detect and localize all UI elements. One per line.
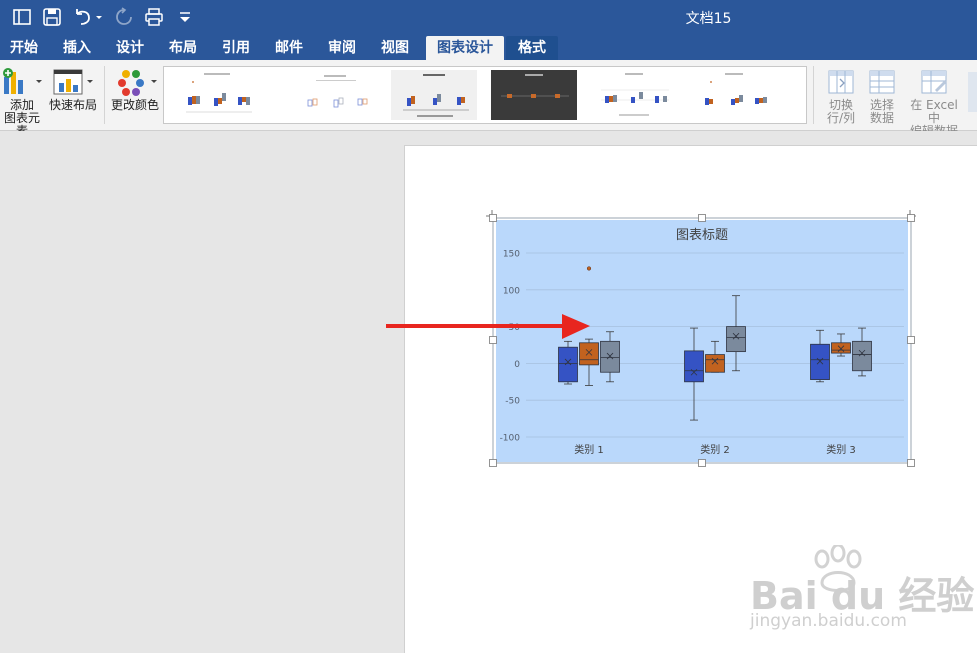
- resize-handle[interactable]: [907, 459, 915, 467]
- resize-handle[interactable]: [698, 214, 706, 222]
- tab-references[interactable]: 引用: [212, 36, 260, 60]
- annotation-arrow: [386, 314, 590, 339]
- tab-mailings[interactable]: 邮件: [265, 36, 313, 60]
- tab-home[interactable]: 开始: [0, 36, 48, 60]
- add-chart-element-button[interactable]: 添加 图表元素: [0, 68, 44, 138]
- x-category-label: 类别 2: [700, 443, 730, 456]
- y-tick-label: 100: [503, 286, 520, 296]
- edit-excel-icon: [921, 70, 947, 94]
- box-plot-item: [558, 340, 578, 385]
- y-tick-label: 150: [503, 250, 520, 260]
- resize-handle[interactable]: [489, 459, 497, 467]
- resize-handle[interactable]: [489, 214, 497, 222]
- tab-format[interactable]: 格式: [506, 36, 558, 60]
- switch-row-column-icon: [828, 70, 854, 94]
- tab-chart-design[interactable]: 图表设计: [426, 36, 504, 60]
- select-data-icon: [869, 70, 895, 94]
- x-category-label: 类别 3: [826, 443, 856, 456]
- select-data-label-2: 数据: [869, 111, 894, 125]
- chart-style-5[interactable]: [591, 70, 677, 120]
- box-iqr: [705, 354, 725, 373]
- resize-handle[interactable]: [698, 459, 706, 467]
- ribbon-separator: [813, 66, 814, 124]
- more-commands-edge[interactable]: [968, 72, 977, 112]
- box-iqr: [684, 350, 704, 383]
- resize-handle[interactable]: [907, 214, 915, 222]
- quick-layout-icon: [53, 69, 93, 95]
- watermark-url: jingyan.baidu.com: [750, 611, 907, 631]
- box-iqr: [810, 343, 830, 380]
- chart-style-6[interactable]: [691, 70, 777, 120]
- quick-layout-label: 快速布局: [48, 98, 97, 112]
- box-iqr: [579, 342, 599, 366]
- switch-row-column-label-2: 行/列: [826, 111, 856, 125]
- chart-style-1[interactable]: [174, 70, 260, 120]
- change-colors-label: 更改颜色: [110, 98, 159, 112]
- chart-style-6-preview: [705, 73, 767, 105]
- tab-layout[interactable]: 布局: [159, 36, 207, 60]
- tab-design[interactable]: 设计: [106, 36, 154, 60]
- document-title: 文档15: [685, 11, 732, 27]
- chart-style-3-preview: [391, 70, 477, 120]
- box-iqr: [852, 340, 872, 372]
- quick-layout-button[interactable]: 快速布局: [48, 68, 98, 112]
- tab-insert[interactable]: 插入: [53, 36, 101, 60]
- chart-style-5-preview: [601, 73, 669, 116]
- box-iqr: [831, 342, 851, 354]
- title-bar: 文档15: [0, 0, 977, 36]
- box-iqr: [558, 346, 578, 383]
- y-tick-label: -50: [505, 397, 520, 407]
- x-category-label: 类别 1: [574, 443, 604, 456]
- outlier-point: [586, 266, 592, 271]
- select-data-button[interactable]: 选择 数据: [862, 68, 902, 125]
- box-iqr: [726, 326, 746, 353]
- edit-data-in-excel-button[interactable]: 在 Excel 中 编辑数据: [903, 68, 965, 138]
- add-chart-element-icon: [3, 68, 42, 94]
- ribbon-separator: [104, 66, 105, 124]
- chart-styles-gallery: [163, 66, 807, 124]
- y-tick-label: 0: [514, 360, 520, 370]
- chart-style-2[interactable]: [292, 70, 378, 120]
- ribbon: 添加 图表元素 快速布局 更改颜色: [0, 60, 977, 138]
- ribbon-tabs: 开始 插入 设计 布局 引用 邮件 审阅 视图 图表设计 格式: [0, 36, 977, 60]
- tab-review[interactable]: 审阅: [318, 36, 366, 60]
- chart-style-4-preview: [491, 70, 577, 120]
- chart-style-4[interactable]: [491, 70, 577, 120]
- change-colors-button[interactable]: 更改颜色: [110, 68, 160, 112]
- edit-excel-label-1: 在 Excel 中: [910, 98, 958, 125]
- box-iqr: [600, 340, 620, 373]
- chart-style-3[interactable]: [391, 70, 477, 120]
- tab-view[interactable]: 视图: [371, 36, 419, 60]
- y-tick-label: -100: [500, 434, 521, 444]
- chart-style-1-preview: [186, 73, 252, 113]
- switch-row-column-button[interactable]: 切换 行/列: [820, 68, 862, 125]
- chart-style-2-preview: [307, 75, 368, 108]
- chart-title[interactable]: 图表标题: [676, 228, 728, 243]
- resize-handle[interactable]: [907, 336, 915, 344]
- palette-icon: [118, 70, 157, 96]
